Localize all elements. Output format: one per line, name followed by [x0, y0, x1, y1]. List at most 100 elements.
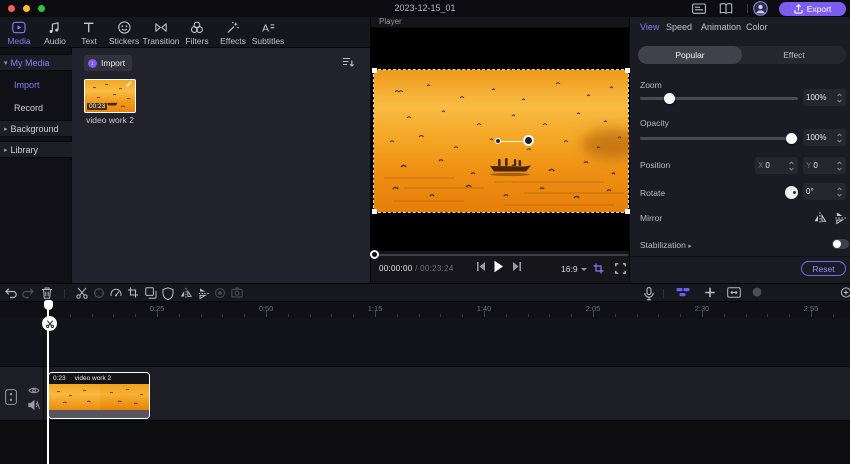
nav-tab-transition[interactable]: Transition [142, 20, 180, 46]
mirror-flip-icon[interactable] [180, 287, 193, 300]
user-guide-book-icon[interactable] [719, 2, 733, 15]
nav-tab-text[interactable]: Text [81, 20, 97, 46]
previous-frame-button[interactable] [476, 261, 486, 272]
mask-shield-icon[interactable] [162, 287, 174, 301]
opacity-slider-track[interactable] [640, 137, 798, 140]
add-track-plus-icon[interactable] [705, 287, 716, 298]
stepper-icon[interactable] [836, 160, 843, 172]
zoom-slider-thumb[interactable] [664, 93, 675, 104]
track-visibility-eye-icon[interactable] [28, 386, 40, 395]
stepper-icon[interactable] [836, 92, 843, 104]
seek-bar[interactable] [374, 254, 628, 256]
flip-horizontal-icon[interactable] [813, 211, 827, 225]
segment-effect[interactable]: Effect [742, 46, 846, 64]
resize-handle-top-left[interactable] [372, 68, 377, 73]
ruler-tick [789, 314, 791, 317]
speed-meter-icon[interactable] [110, 287, 122, 298]
stepper-icon[interactable] [836, 186, 843, 198]
caret-down-icon [580, 267, 587, 271]
media-icon [12, 20, 27, 35]
sidebar-item-import[interactable]: Import [0, 76, 72, 93]
rotate-scale-handle[interactable] [523, 135, 534, 146]
crop-icon[interactable] [128, 287, 139, 298]
box-arrows-icon[interactable] [727, 287, 741, 298]
quick-split-scissors-button[interactable] [42, 316, 57, 331]
playhead-handle[interactable] [43, 300, 53, 310]
tab-view[interactable]: View [640, 22, 659, 32]
nav-tab-subtitles[interactable]: A Subtitles [252, 20, 285, 46]
tab-animation[interactable]: Animation [701, 22, 741, 32]
zoom-value: 100% [806, 93, 827, 102]
account-avatar[interactable] [753, 1, 768, 16]
tab-color[interactable]: Color [746, 22, 768, 32]
resize-handle-bottom-left[interactable] [372, 209, 377, 214]
play-button[interactable] [493, 260, 504, 273]
stepper-icon[interactable] [788, 160, 795, 172]
sidebar-item-library[interactable]: ▸ Library [0, 141, 72, 158]
snapshot-camera-icon[interactable] [231, 287, 243, 298]
track-mute-speaker-icon[interactable] [28, 399, 40, 411]
sort-order-icon[interactable] [342, 56, 355, 68]
zoom-in-plus-icon[interactable] [840, 287, 850, 298]
record-circle-icon[interactable] [214, 287, 226, 299]
music-note-icon [48, 20, 63, 35]
timeline-clip-video-work-2[interactable]: 0:23 video work 2 [48, 372, 150, 419]
stabilization-label: Stabilization ▸ [640, 240, 692, 250]
position-y-box[interactable]: Y 0 [803, 157, 846, 174]
tab-speed[interactable]: Speed [666, 22, 692, 32]
opacity-value-box[interactable]: 100% [803, 129, 846, 146]
crop-preview-icon[interactable] [593, 263, 604, 274]
track-manager-icon[interactable] [676, 287, 690, 298]
import-media-button[interactable]: ↓ Import [84, 55, 133, 71]
nav-tab-media[interactable]: Media [7, 20, 31, 46]
undo-icon[interactable] [5, 287, 18, 299]
stabilization-toggle[interactable] [832, 239, 849, 249]
crosshair-icon[interactable] [93, 287, 105, 299]
seek-thumb[interactable] [370, 249, 379, 259]
redo-icon[interactable] [22, 287, 35, 299]
duplicate-copy-icon[interactable] [145, 287, 157, 299]
stepper-icon[interactable] [836, 132, 843, 144]
preview-video-frame[interactable] [372, 68, 642, 214]
nav-label-audio: Audio [44, 36, 66, 46]
speed-ramp-icon[interactable] [197, 287, 210, 300]
segment-popular[interactable]: Popular [638, 46, 742, 64]
delete-trash-icon[interactable] [42, 287, 53, 299]
nav-tab-stickers[interactable]: Stickers [109, 20, 139, 46]
shortcuts-card-icon[interactable] [692, 2, 706, 15]
opacity-slider-thumb[interactable] [786, 133, 797, 144]
reset-button[interactable]: Reset [801, 261, 846, 276]
media-clip-thumbnail[interactable]: ✓ 00:23 [84, 79, 136, 113]
fullscreen-icon[interactable] [615, 263, 626, 274]
sidebar-item-record[interactable]: Record [0, 99, 72, 116]
import-circle-icon: ↓ [88, 58, 97, 68]
next-frame-button[interactable] [512, 261, 522, 272]
rotate-dial[interactable] [785, 186, 798, 199]
media-sidebar: ▾ My Media Import Record ▸ Background ▸ … [0, 48, 72, 283]
caret-right-icon: ▸ [4, 125, 8, 133]
ruler-tick [418, 314, 420, 317]
position-y-value: 0 [813, 161, 818, 170]
sidebar-item-my-media[interactable]: ▾ My Media [0, 54, 72, 71]
rotate-value-box[interactable]: 0° [803, 183, 846, 200]
ruler-tick [745, 314, 747, 317]
text-t-icon [82, 20, 97, 35]
empty-track-area[interactable] [0, 318, 850, 367]
zoom-label: Zoom [640, 80, 662, 90]
split-scissors-icon[interactable] [76, 287, 88, 299]
record-voiceover-mic-icon[interactable] [643, 287, 655, 301]
current-time: 00:00:00 [379, 264, 413, 273]
aspect-ratio-dropdown[interactable]: 16:9 [561, 264, 587, 274]
nav-tab-audio[interactable]: Audio [44, 20, 66, 46]
nav-tab-effects[interactable]: Effects [220, 20, 246, 46]
export-button[interactable]: Export [779, 1, 846, 16]
nav-tab-filters[interactable]: Filters [185, 20, 209, 46]
timeline-ruler[interactable]: 0:25 0:50 1:15 1:40 2:05 2:30 2:55 [0, 302, 850, 318]
preview-canvas[interactable] [371, 28, 642, 251]
sidebar-item-background[interactable]: ▸ Background [0, 120, 72, 137]
position-x-box[interactable]: X 0 [755, 157, 798, 174]
zoom-value-box[interactable]: 100% [803, 89, 846, 106]
zoom-fit-icon[interactable] [752, 287, 762, 297]
nav-label-effects: Effects [220, 36, 246, 46]
flip-vertical-icon[interactable] [833, 211, 847, 225]
